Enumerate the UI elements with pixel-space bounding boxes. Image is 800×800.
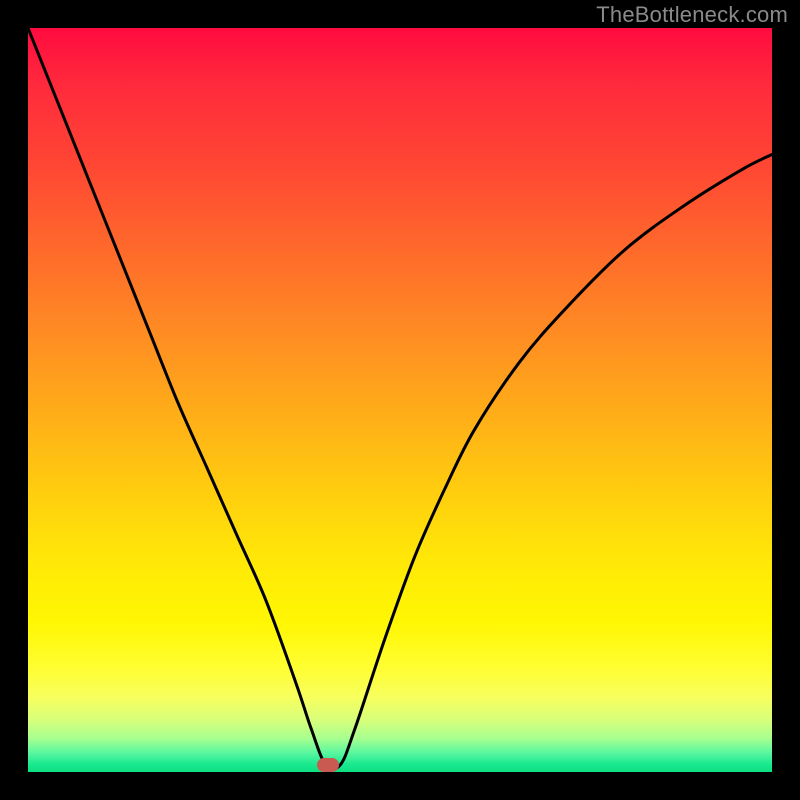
chart-frame: TheBottleneck.com xyxy=(0,0,800,800)
watermark-text: TheBottleneck.com xyxy=(596,2,788,28)
plot-area xyxy=(28,28,772,772)
optimal-marker xyxy=(317,758,339,772)
bottleneck-curve xyxy=(28,28,772,772)
